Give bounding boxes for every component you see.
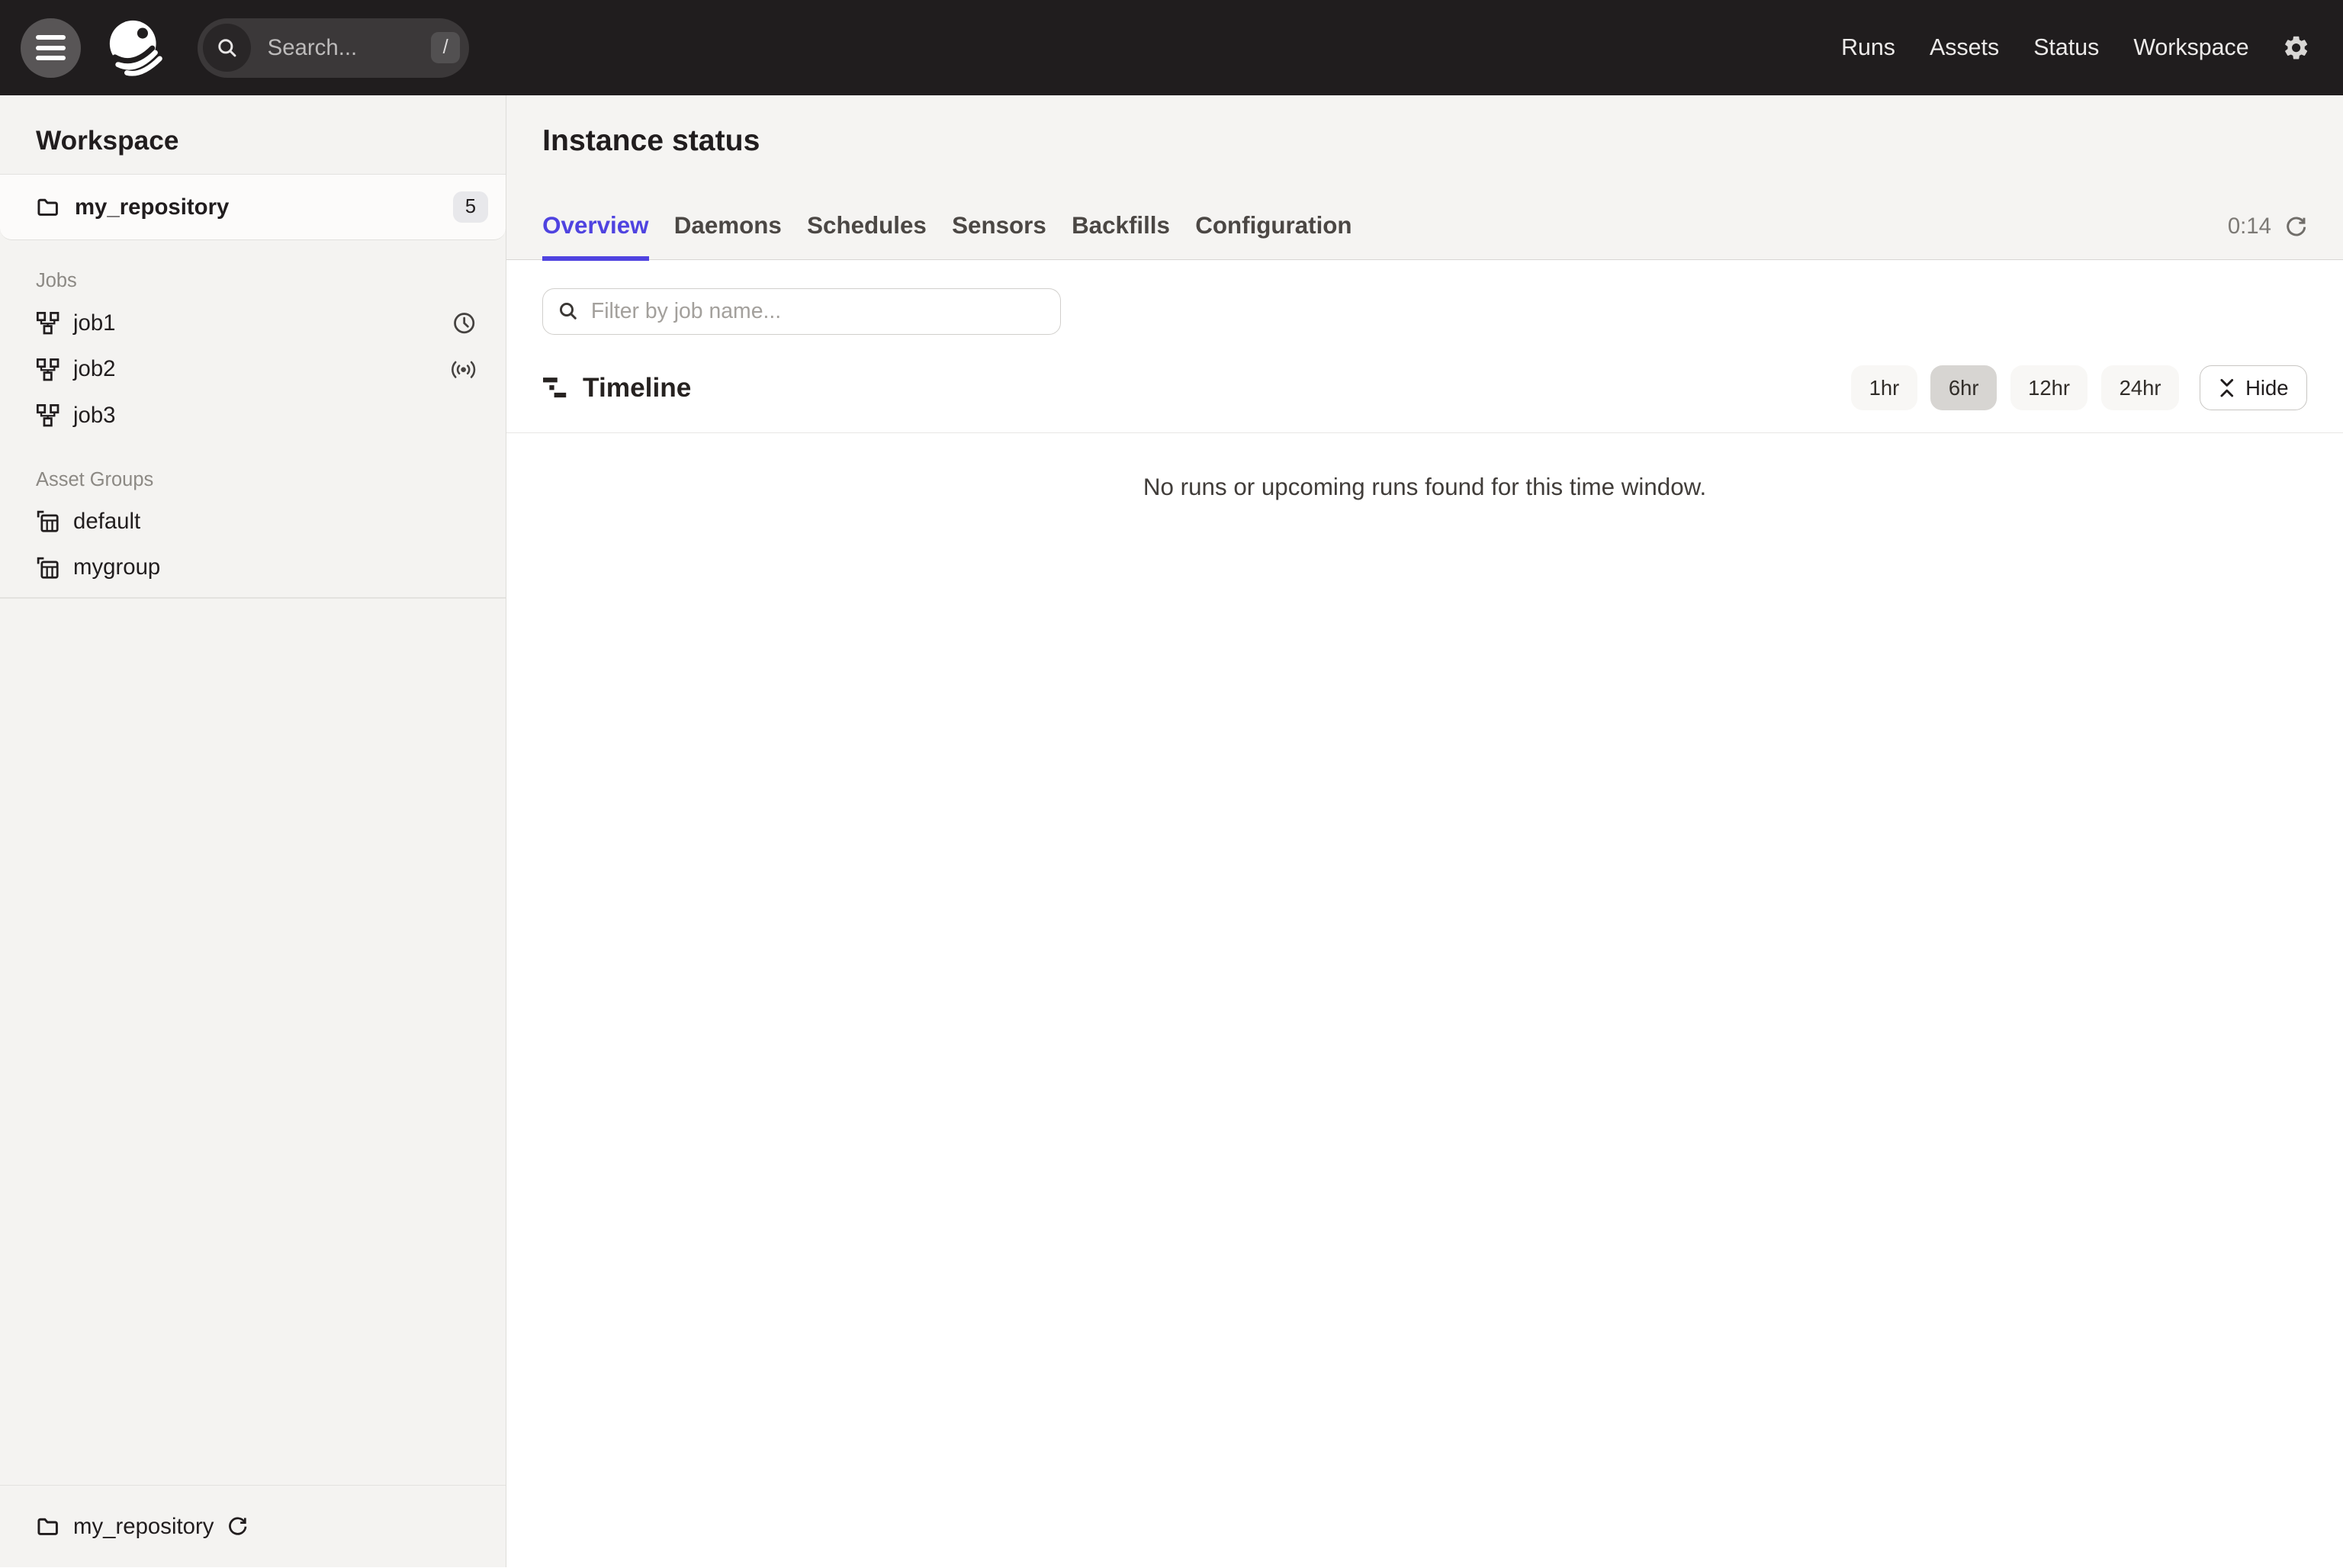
nav-status[interactable]: Status xyxy=(2033,35,2099,61)
tab-backfills[interactable]: Backfills xyxy=(1072,212,1170,259)
schedule-clock-icon xyxy=(452,311,476,335)
folder-icon xyxy=(36,195,59,219)
dagster-app: / Runs Assets Status Workspace Workspace… xyxy=(0,0,2343,1567)
section-label-jobs: Jobs xyxy=(0,270,506,292)
settings-button[interactable] xyxy=(2282,34,2310,62)
dagster-octopus-icon xyxy=(104,17,167,79)
top-nav: Runs Assets Status Workspace xyxy=(1841,35,2249,61)
timeline-title: Timeline xyxy=(583,373,691,403)
nav-workspace[interactable]: Workspace xyxy=(2133,35,2248,61)
nav-assets[interactable]: Assets xyxy=(1930,35,1999,61)
asset-group-name: default xyxy=(73,509,140,535)
sidebar-title: Workspace xyxy=(0,95,506,175)
job-name: job1 xyxy=(73,310,116,336)
repository-count-badge: 5 xyxy=(453,191,488,223)
time-range-buttons: 1hr 6hr 12hr 24hr Hide xyxy=(1851,365,2307,410)
asset-group-icon xyxy=(36,556,59,580)
job-filter-input[interactable] xyxy=(542,288,1061,335)
tab-schedules[interactable]: Schedules xyxy=(807,212,927,259)
range-24hr-button[interactable]: 24hr xyxy=(2101,365,2179,410)
page-title: Instance status xyxy=(542,123,2307,159)
footer-repository-name: my_repository xyxy=(73,1514,214,1540)
asset-group-name: mygroup xyxy=(73,554,160,580)
search-shortcut-key: / xyxy=(431,32,460,63)
folder-icon xyxy=(36,1515,59,1538)
main-content: Instance status Overview Daemons Schedul… xyxy=(506,95,2343,1567)
hide-label: Hide xyxy=(2245,376,2288,400)
reload-repository-icon[interactable] xyxy=(227,1516,248,1537)
range-12hr-button[interactable]: 12hr xyxy=(2010,365,2088,410)
page-header: Instance status Overview Daemons Schedul… xyxy=(506,95,2343,260)
tab-configuration[interactable]: Configuration xyxy=(1195,212,1351,259)
filter-search-icon xyxy=(558,300,578,321)
collapse-vertical-icon xyxy=(2219,378,2235,398)
tab-overview[interactable]: Overview xyxy=(542,212,648,259)
job-graph-icon xyxy=(36,311,59,335)
job-name: job2 xyxy=(73,356,116,382)
gear-icon xyxy=(2282,34,2310,62)
left-sidebar: Workspace my_repository 5 Jobs job1 xyxy=(0,95,506,1567)
sidebar-item-default-group[interactable]: default xyxy=(0,498,506,545)
range-6hr-button[interactable]: 6hr xyxy=(1930,365,1997,410)
hide-timeline-button[interactable]: Hide xyxy=(2200,365,2307,410)
nav-runs[interactable]: Runs xyxy=(1841,35,1895,61)
job-filter xyxy=(542,288,1061,335)
job-graph-icon xyxy=(36,358,59,381)
hamburger-menu-button[interactable] xyxy=(21,18,80,78)
sidebar-item-job3[interactable]: job3 xyxy=(0,393,506,439)
sensor-icon xyxy=(451,358,476,381)
sidebar-item-job2[interactable]: job2 xyxy=(0,346,506,393)
tab-sensors[interactable]: Sensors xyxy=(952,212,1046,259)
tab-daemons[interactable]: Daemons xyxy=(674,212,782,259)
job-graph-icon xyxy=(36,403,59,427)
repository-name: my_repository xyxy=(75,194,229,220)
sidebar-item-job1[interactable]: job1 xyxy=(0,300,506,346)
timeline-empty-message: No runs or upcoming runs found for this … xyxy=(506,474,2343,501)
sidebar-footer-repository[interactable]: my_repository xyxy=(0,1485,506,1567)
timeline-header: Timeline 1hr 6hr 12hr 24hr Hide xyxy=(506,358,2343,433)
gantt-icon xyxy=(542,375,567,400)
global-search[interactable]: / xyxy=(198,18,470,78)
instance-tabs: Overview Daemons Schedules Sensors Backf… xyxy=(542,212,1351,259)
search-icon xyxy=(203,24,251,72)
refresh-countdown: 0:14 xyxy=(2228,214,2271,239)
asset-group-icon xyxy=(36,509,59,533)
refresh-timer: 0:14 xyxy=(2228,214,2307,259)
job-name: job3 xyxy=(73,403,116,429)
range-1hr-button[interactable]: 1hr xyxy=(1851,365,1917,410)
section-label-asset-groups: Asset Groups xyxy=(0,469,506,491)
dagster-logo[interactable] xyxy=(104,17,167,79)
repository-item[interactable]: my_repository 5 xyxy=(0,175,506,240)
refresh-icon[interactable] xyxy=(2285,216,2307,238)
top-bar: / Runs Assets Status Workspace xyxy=(0,0,2343,95)
sidebar-item-mygroup[interactable]: mygroup xyxy=(0,545,506,591)
search-input[interactable] xyxy=(265,34,431,63)
